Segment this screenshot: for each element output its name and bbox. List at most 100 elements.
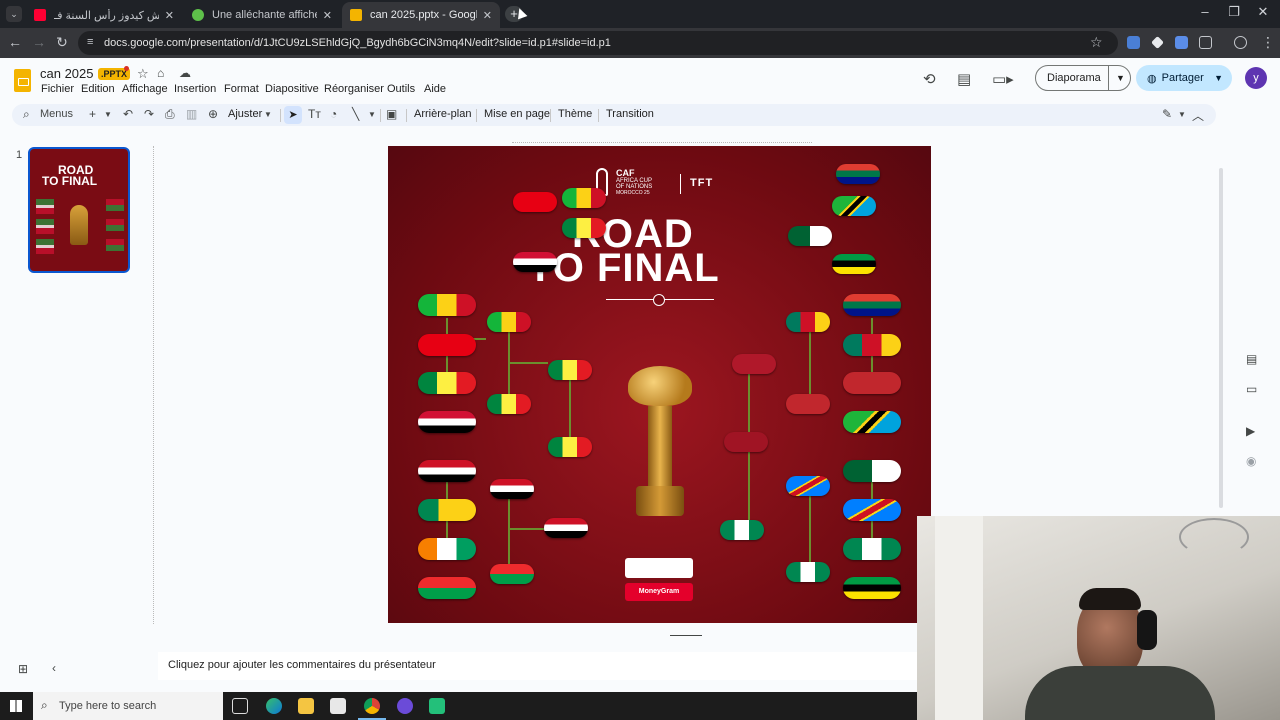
- edge-icon[interactable]: [266, 698, 282, 714]
- back-icon[interactable]: ←: [6, 34, 24, 50]
- translate-extension-icon[interactable]: [1127, 36, 1140, 49]
- redo-icon[interactable]: ↷: [144, 107, 154, 121]
- site-info-icon[interactable]: ≡: [87, 36, 93, 48]
- chrome-icon[interactable]: [364, 698, 380, 714]
- file-explorer-icon[interactable]: [298, 698, 314, 714]
- extensions-puzzle-icon[interactable]: [1199, 36, 1212, 49]
- slides-panel-icon[interactable]: ▶: [1246, 424, 1255, 438]
- chevron-down-icon[interactable]: ▼: [104, 110, 112, 119]
- windows-start-icon[interactable]: [10, 700, 22, 712]
- menu-outils[interactable]: Outils: [387, 83, 415, 95]
- slide-thumbnail[interactable]: ROAD TO FINAL: [28, 147, 130, 273]
- editing-toolbar: ⌕ Menus + ▼ ↶ ↷ ⎙ ▥ ⊕ Ajuster ▼ ➤ Tт ◔ ╲…: [12, 104, 1216, 126]
- slides-logo-icon[interactable]: [14, 69, 31, 92]
- menu-edition[interactable]: Edition: [81, 83, 115, 95]
- line-icon[interactable]: ╲: [352, 107, 359, 121]
- close-window-icon[interactable]: ✕: [1248, 4, 1278, 20]
- moneygram-logo: MoneyGram: [625, 583, 693, 601]
- flag-senegal: [548, 437, 592, 457]
- folder-icon[interactable]: ▭: [1246, 382, 1257, 396]
- search-icon[interactable]: ⌕: [23, 107, 30, 122]
- print-icon[interactable]: ⎙: [165, 107, 175, 122]
- menu-affichage[interactable]: Affichage: [122, 83, 168, 95]
- tab-search-icon[interactable]: ⌄: [6, 6, 22, 22]
- profile-icon[interactable]: [1234, 36, 1247, 49]
- caf-logo: CAF: [616, 168, 635, 178]
- paint-format-icon[interactable]: ▥: [186, 107, 197, 121]
- thumb-flags: [36, 199, 54, 259]
- undo-icon[interactable]: ↶: [123, 107, 133, 121]
- scrollbar[interactable]: [1219, 168, 1223, 508]
- zoom-select[interactable]: Ajuster: [228, 108, 262, 120]
- zoom-icon[interactable]: ⊕: [208, 107, 218, 121]
- chevron-down-icon[interactable]: ▼: [264, 110, 272, 119]
- bookmark-star-icon[interactable]: ☆: [1090, 34, 1103, 51]
- store-icon[interactable]: [330, 698, 346, 714]
- move-folder-icon[interactable]: ⌂: [157, 66, 164, 80]
- speaker-notes-field[interactable]: Cliquez pour ajouter les commentaires du…: [158, 652, 918, 680]
- person-hair: [1079, 588, 1141, 610]
- forward-icon[interactable]: →: [30, 34, 48, 50]
- comments-icon[interactable]: ▤: [957, 70, 971, 88]
- slideshow-button[interactable]: Diaporama ▼: [1035, 65, 1131, 91]
- toolbar-divider: [406, 109, 407, 122]
- chevron-down-icon[interactable]: ▼: [1178, 110, 1186, 119]
- menu-insertion[interactable]: Insertion: [174, 83, 216, 95]
- chrome-menu-icon[interactable]: ⋮: [1259, 34, 1277, 51]
- resize-handle[interactable]: [670, 635, 702, 636]
- browser-tab-3[interactable]: can 2025.pptx - Google Slides ✕: [342, 2, 500, 28]
- url-input[interactable]: ≡ docs.google.com/presentation/d/1JtCU9z…: [78, 31, 1118, 55]
- cloud-status-icon[interactable]: ☁: [179, 66, 191, 80]
- add-comment-icon[interactable]: ▣: [386, 107, 397, 121]
- reload-icon[interactable]: ↻: [53, 34, 71, 51]
- capcut-icon[interactable]: [397, 698, 413, 714]
- meet-video-icon[interactable]: ▭▸: [992, 70, 1014, 88]
- flag-dr-congo: [843, 499, 901, 521]
- flag-sudan: [418, 411, 476, 433]
- version-history-icon[interactable]: ⟲: [923, 70, 936, 88]
- transition-button[interactable]: Transition: [606, 108, 654, 120]
- slide-main[interactable]: CAF AFRICA CUP OF NATIONS MOROCCO 25 TFT…: [388, 146, 931, 623]
- taskbar-search-input[interactable]: ⌕ Type here to search: [33, 692, 223, 720]
- text-box-icon[interactable]: Tт: [308, 107, 321, 121]
- collapse-menu-icon[interactable]: ︿: [1192, 107, 1204, 124]
- menu-aide[interactable]: Aide: [424, 83, 446, 95]
- keep-icon[interactable]: ▤: [1246, 352, 1257, 366]
- app-green-icon[interactable]: [429, 698, 445, 714]
- slides-app-bar: can 2025 .PPTX ☆ ⌂ ☁ Fichier Edition Aff…: [0, 58, 1280, 100]
- grid-view-icon[interactable]: ⊞: [18, 662, 28, 676]
- extension-blue-icon[interactable]: [1175, 36, 1188, 49]
- avatar[interactable]: y: [1245, 67, 1267, 89]
- flag-tanzania: [843, 411, 901, 433]
- browser-tab-2[interactable]: Une alléchante affiche des huit ✕: [184, 2, 340, 28]
- star-icon[interactable]: ☆: [137, 66, 149, 82]
- restore-icon[interactable]: ❐: [1219, 4, 1249, 20]
- share-button[interactable]: ◍ Partager ▼: [1136, 65, 1232, 91]
- flag-morocco: [724, 432, 768, 452]
- extension-diamond-icon[interactable]: [1151, 36, 1164, 49]
- menu-fichier[interactable]: Fichier: [41, 83, 74, 95]
- browser-tab-1[interactable]: شوفو كيفاش كيدوز رأس السنة فـ ✕: [26, 2, 182, 28]
- edit-mode-icon[interactable]: ✎: [1162, 107, 1172, 121]
- task-view-icon[interactable]: [232, 698, 248, 714]
- search-menus-button[interactable]: Menus: [40, 108, 73, 120]
- minimize-icon[interactable]: –: [1190, 4, 1220, 19]
- background-button[interactable]: Arrière-plan: [414, 108, 471, 120]
- menu-diapositive[interactable]: Diapositive: [265, 83, 319, 95]
- new-slide-icon[interactable]: +: [89, 107, 96, 121]
- layout-button[interactable]: Mise en page: [484, 108, 550, 120]
- close-icon[interactable]: ✕: [317, 9, 332, 22]
- chevron-down-icon[interactable]: ▼: [1109, 73, 1125, 83]
- document-title[interactable]: can 2025: [40, 66, 94, 81]
- select-tool-icon[interactable]: ➤: [284, 106, 302, 124]
- close-icon[interactable]: ✕: [477, 9, 492, 22]
- chevron-down-icon[interactable]: ▼: [368, 110, 376, 119]
- theme-button[interactable]: Thème: [558, 108, 592, 120]
- menu-format[interactable]: Format: [224, 83, 259, 95]
- circle-icon[interactable]: ◉: [1246, 454, 1256, 468]
- menu-reorganiser[interactable]: Réorganiser: [324, 83, 384, 95]
- chevron-down-icon[interactable]: ▼: [1214, 73, 1232, 83]
- collapse-filmstrip-icon[interactable]: ‹: [52, 661, 56, 675]
- close-icon[interactable]: ✕: [159, 9, 174, 22]
- shape-icon[interactable]: ◔: [330, 107, 337, 121]
